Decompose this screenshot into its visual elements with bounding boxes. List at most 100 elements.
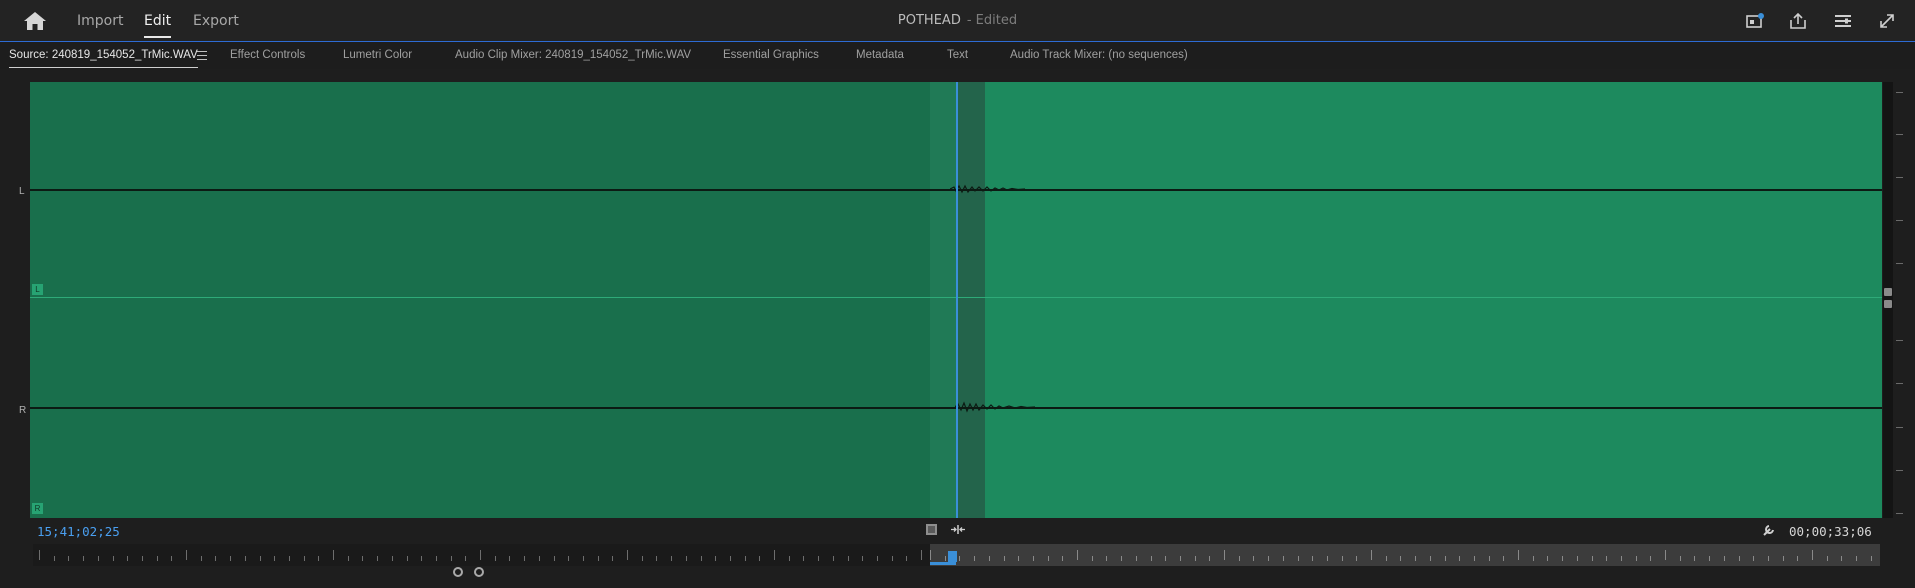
- quick-export-icon[interactable]: [1744, 11, 1766, 31]
- workspace-header: Import Edit Export POTHEAD - Edited: [0, 0, 1915, 42]
- nav-import[interactable]: Import: [77, 0, 123, 42]
- amplitude-tick: [1896, 177, 1903, 178]
- zoom-tick: [1665, 550, 1666, 560]
- ruler-tick: [259, 556, 261, 561]
- timeline-zoom-bar[interactable]: [930, 544, 1880, 566]
- amplitude-tick: [1896, 134, 1903, 135]
- tab-text[interactable]: Text: [947, 43, 968, 69]
- zoom-tick: [1415, 556, 1417, 561]
- zoom-tick: [930, 550, 931, 560]
- tab-metadata[interactable]: Metadata: [856, 43, 904, 69]
- audio-waveform-display[interactable]: L R: [30, 82, 1882, 518]
- zoom-tick: [1635, 556, 1637, 561]
- wrench-icon[interactable]: [1762, 522, 1777, 537]
- ruler-tick: [230, 556, 232, 561]
- ruler-tick: [244, 556, 246, 561]
- ruler-tick: [759, 556, 761, 561]
- ruler-tick: [906, 556, 908, 561]
- ruler-tick: [362, 556, 364, 561]
- zoom-tick: [1709, 556, 1711, 561]
- zoom-tick: [1782, 556, 1784, 561]
- insert-icon[interactable]: [950, 523, 966, 536]
- ruler-tick: [391, 556, 393, 561]
- nav-export[interactable]: Export: [193, 0, 239, 42]
- zoom-tick: [1224, 550, 1225, 560]
- ruler-tick: [274, 556, 276, 561]
- zoom-tick: [1194, 556, 1196, 561]
- ruler-tick: [480, 550, 481, 560]
- ruler-tick: [729, 556, 731, 561]
- ruler-tick: [68, 556, 70, 561]
- ruler-tick: [435, 556, 437, 561]
- ruler-tick: [112, 556, 114, 561]
- ruler-tick: [39, 550, 40, 560]
- ruler-tick: [450, 556, 452, 561]
- zoom-handle-left[interactable]: [453, 567, 463, 577]
- playhead-line[interactable]: [956, 82, 958, 518]
- playhead-marker[interactable]: [948, 551, 957, 562]
- zoom-tick: [944, 556, 946, 561]
- ruler-tick: [744, 556, 746, 561]
- channel-tag-left: L: [32, 284, 43, 295]
- waveform-peak-right: [955, 401, 1036, 413]
- home-icon[interactable]: [22, 10, 48, 32]
- zoom-tick: [1562, 556, 1564, 561]
- ruler-tick: [406, 556, 408, 561]
- zoom-tick: [1856, 556, 1858, 561]
- zoom-tick: [1091, 556, 1093, 561]
- project-title: POTHEAD - Edited: [0, 0, 1915, 42]
- ruler-tick: [568, 556, 570, 561]
- zoom-tick: [1753, 556, 1755, 561]
- zoom-handle-top[interactable]: [1884, 288, 1892, 296]
- zoom-handle-bottom[interactable]: [1884, 300, 1892, 308]
- vertical-zoom-scrollbar[interactable]: [1883, 82, 1893, 518]
- zoom-tick: [1341, 556, 1343, 561]
- ruler-tick: [186, 550, 187, 560]
- panel-menu-icon[interactable]: [197, 48, 207, 62]
- zoom-tick: [1576, 556, 1578, 561]
- zoom-tick: [1121, 556, 1123, 561]
- tab-effect-controls[interactable]: Effect Controls: [230, 43, 305, 69]
- ruler-tick: [876, 556, 878, 561]
- tab-essential-graphics[interactable]: Essential Graphics: [723, 43, 819, 69]
- current-timecode[interactable]: 15;41;02;25: [37, 524, 120, 539]
- ruler-tick: [421, 556, 423, 561]
- amplitude-tick: [1896, 220, 1903, 221]
- zoom-tick: [1106, 556, 1108, 561]
- tab-audio-track-mixer[interactable]: Audio Track Mixer: (no sequences): [1010, 43, 1188, 69]
- workspaces-menu-icon[interactable]: [1832, 11, 1854, 31]
- zoom-tick: [1268, 556, 1270, 561]
- share-icon[interactable]: [1787, 11, 1809, 31]
- ruler-tick: [641, 556, 643, 561]
- zoom-tick: [959, 556, 961, 561]
- ruler-tick: [347, 556, 349, 561]
- ruler-tick: [509, 556, 511, 561]
- zoom-tick: [1723, 556, 1725, 561]
- ruler-tick: [524, 556, 526, 561]
- amplitude-ruler: [1893, 82, 1909, 518]
- zoom-tick: [1532, 556, 1534, 561]
- amplitude-tick: [1896, 92, 1903, 93]
- fullscreen-icon[interactable]: [1876, 11, 1898, 31]
- amplitude-tick: [1896, 383, 1903, 384]
- tab-audio-clip-mixer[interactable]: Audio Clip Mixer: 240819_154052_TrMic.WA…: [455, 43, 691, 69]
- tab-lumetri-color[interactable]: Lumetri Color: [343, 43, 412, 69]
- zoom-tick: [1312, 556, 1314, 561]
- zoom-tick: [1738, 556, 1740, 561]
- nav-edit[interactable]: Edit: [144, 0, 172, 42]
- ruler-tick: [127, 556, 129, 561]
- ruler-tick: [53, 556, 55, 561]
- amplitude-tick: [1896, 340, 1903, 341]
- add-marker-icon[interactable]: [925, 523, 938, 536]
- tab-source[interactable]: Source: 240819_154052_TrMic.WAV: [9, 43, 198, 69]
- ruler-tick: [156, 556, 158, 561]
- amplitude-tick: [1896, 427, 1903, 428]
- ruler-tick: [171, 556, 173, 561]
- zoom-handle-right[interactable]: [474, 567, 484, 577]
- timeline-scroll-track[interactable]: [33, 567, 1880, 577]
- zoom-tick: [1429, 556, 1431, 561]
- amplitude-tick: [1896, 263, 1903, 264]
- zoom-tick: [1767, 556, 1769, 561]
- zoom-tick: [1650, 556, 1652, 561]
- zoom-tick: [1062, 556, 1064, 561]
